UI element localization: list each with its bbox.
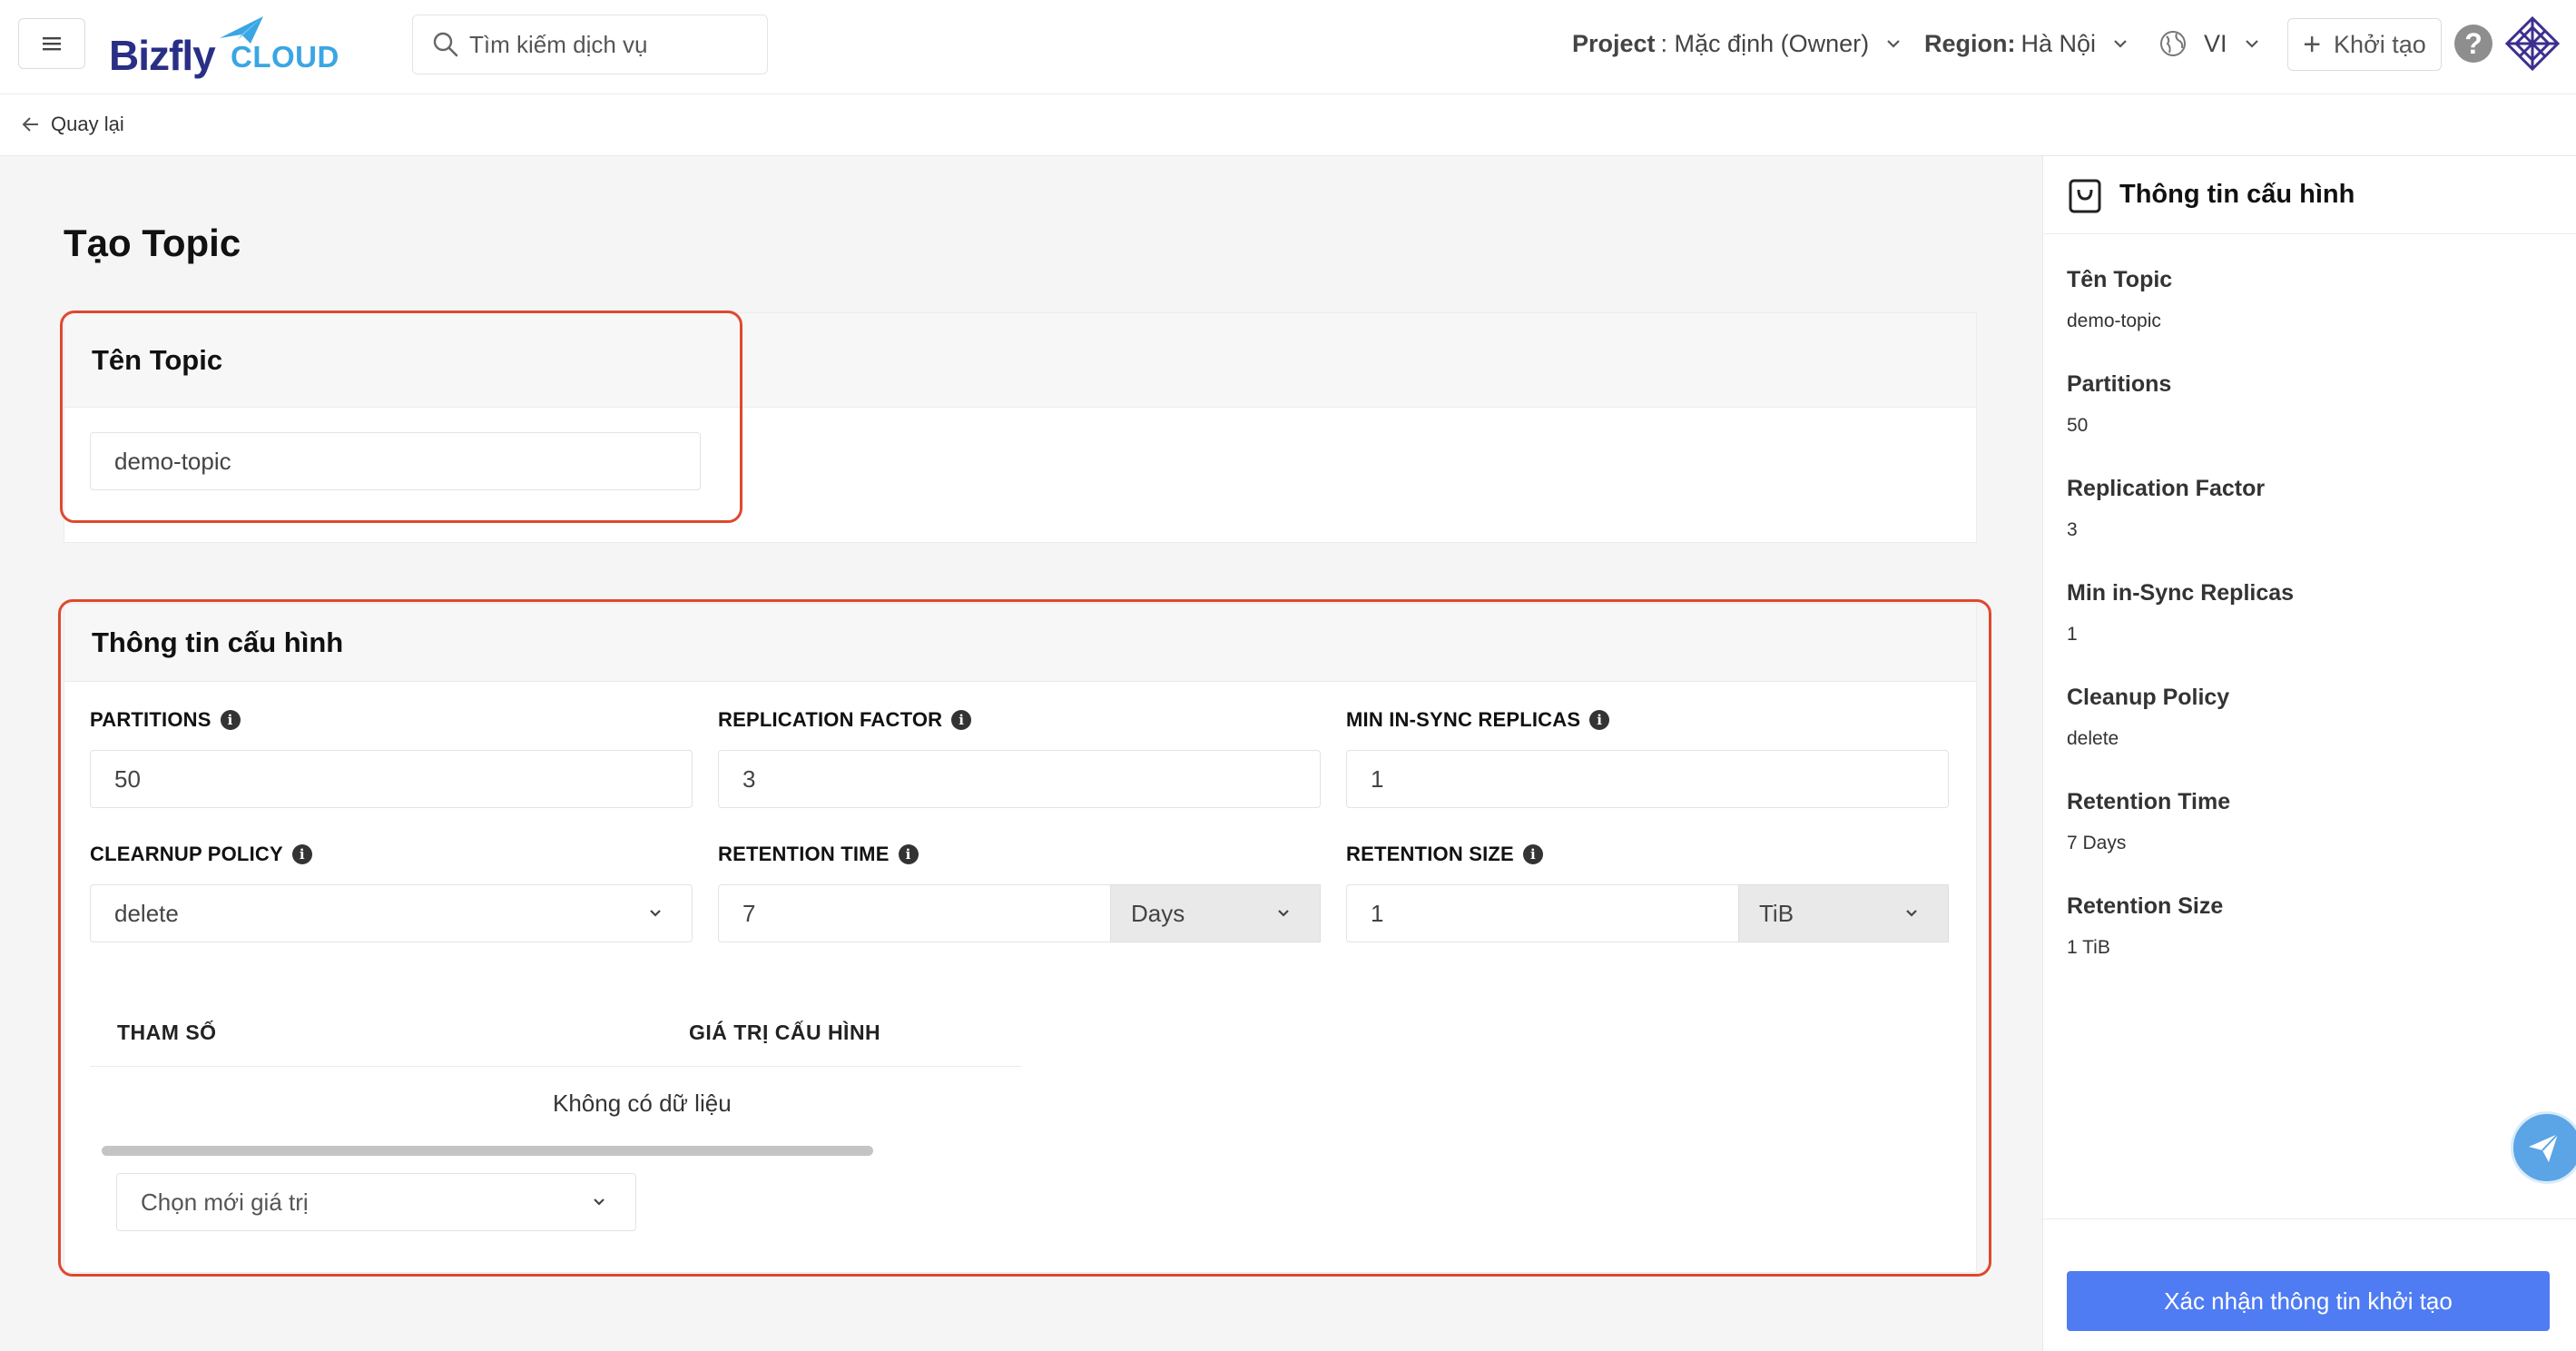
- language-selector[interactable]: VI: [2158, 25, 2262, 62]
- region-value: Hà Nội: [2020, 29, 2097, 57]
- retention-time-unit-select[interactable]: Days: [1110, 884, 1321, 942]
- topic-name-input[interactable]: demo-topic: [90, 432, 701, 490]
- page-title: Tạo Topic: [64, 222, 241, 264]
- cleanup-policy-label-text: CLEARNUP POLICY: [90, 843, 283, 865]
- summary-label: Min in-Sync Replicas: [2067, 580, 2295, 606]
- summary-footer-divider: [2043, 1218, 2576, 1219]
- retention-size-input[interactable]: 1: [1346, 884, 1739, 942]
- summary-value: delete: [2067, 728, 2119, 749]
- chevron-down-icon: [650, 910, 661, 917]
- table-divider: [90, 1066, 1021, 1067]
- language-value: VI: [2204, 29, 2227, 57]
- bizfly-logo[interactable]: Bizfly CLOUD: [107, 13, 339, 79]
- summary-value: demo-topic: [2067, 311, 2161, 331]
- project-value: : Mặc định (Owner): [1660, 29, 1870, 57]
- min-insync-label-text: MIN IN-SYNC REPLICAS: [1346, 708, 1581, 731]
- partitions-input[interactable]: 50: [90, 750, 693, 808]
- summary-label: Partitions: [2067, 371, 2172, 397]
- chevron-down-icon: [1278, 910, 1289, 917]
- summary-header: Thông tin cấu hình: [2043, 156, 2576, 234]
- summary-value: 7 Days: [2067, 833, 2127, 853]
- min-insync-input[interactable]: 1: [1346, 750, 1949, 808]
- chevron-down-icon: [2114, 40, 2127, 48]
- summary-title: Thông tin cấu hình: [2119, 180, 2355, 209]
- retention-size-label-text: RETENTION SIZE: [1346, 843, 1514, 865]
- replication-factor-input[interactable]: 3: [718, 750, 1321, 808]
- info-icon[interactable]: i: [898, 844, 919, 864]
- summary-label: Retention Time: [2067, 789, 2231, 814]
- summary-value: 50: [2067, 415, 2089, 436]
- summary-label: Cleanup Policy: [2067, 685, 2230, 710]
- retention-time-label-text: RETENTION TIME: [718, 843, 890, 865]
- info-icon[interactable]: i: [291, 844, 312, 864]
- summary-panel: Thông tin cấu hình Tên Topic demo-topic …: [2042, 156, 2576, 1351]
- retention-size-label: RETENTION SIZE i: [1346, 843, 1543, 866]
- topic-name-card: Tên Topic: [64, 312, 1977, 543]
- create-button[interactable]: + Khởi tạo: [2287, 18, 2442, 71]
- arrow-left-icon: [22, 117, 38, 132]
- replication-factor-label-text: REPLICATION FACTOR: [718, 708, 943, 731]
- paper-plane-icon: [2529, 1133, 2559, 1162]
- region-label: Region:: [1924, 29, 2016, 57]
- retention-size-unit: TiB: [1759, 899, 1794, 927]
- back-label: Quay lại: [51, 113, 124, 135]
- table-empty-text: Không có dữ liệu: [553, 1090, 732, 1117]
- back-bar: Quay lại: [0, 94, 2576, 156]
- summary-label: Retention Size: [2067, 893, 2224, 919]
- summary-value: 3: [2067, 519, 2078, 540]
- menu-icon: [43, 37, 61, 51]
- info-icon[interactable]: i: [1589, 710, 1610, 730]
- replication-factor-label: REPLICATION FACTOR i: [718, 708, 972, 732]
- avatar-icon[interactable]: [2505, 16, 2560, 71]
- chevron-down-icon: [1887, 40, 1900, 48]
- service-search[interactable]: [412, 15, 768, 74]
- cleanup-policy-value: delete: [114, 899, 179, 927]
- globe-icon: [2160, 31, 2186, 56]
- confirm-create-button[interactable]: Xác nhận thông tin khởi tạo: [2067, 1271, 2550, 1331]
- top-navbar: Bizfly CLOUD Project : Mặc định (Owner) …: [0, 0, 2576, 94]
- topic-card-title: Tên Topic: [64, 313, 1976, 408]
- partitions-label-text: PARTITIONS: [90, 708, 211, 731]
- cleanup-policy-select[interactable]: delete: [90, 884, 693, 942]
- project-label: Project: [1572, 29, 1656, 57]
- summary-value: 1 TiB: [2067, 937, 2110, 958]
- chevron-down-icon: [594, 1198, 605, 1206]
- summary-value: 1: [2067, 624, 2078, 645]
- plus-icon: +: [2303, 27, 2322, 62]
- create-button-label: Khởi tạo: [2334, 30, 2426, 58]
- retention-time-label: RETENTION TIME i: [718, 843, 919, 866]
- region-selector[interactable]: Region: Hà Nội: [1924, 25, 2130, 62]
- chat-button[interactable]: [2511, 1111, 2576, 1184]
- cleanup-policy-label: CLEARNUP POLICY i: [90, 843, 312, 866]
- table-header-param: THAM SỐ: [117, 1021, 217, 1044]
- project-selector[interactable]: Project : Mặc định (Owner): [1572, 25, 1903, 62]
- bag-icon: [2069, 179, 2101, 212]
- menu-button[interactable]: [18, 18, 85, 69]
- help-icon[interactable]: ?: [2454, 25, 2492, 63]
- back-link[interactable]: Quay lại: [20, 113, 124, 136]
- search-input[interactable]: [469, 30, 760, 59]
- logo-text: Bizfly: [109, 32, 216, 79]
- search-icon: [433, 32, 458, 57]
- summary-label: Tên Topic: [2067, 267, 2173, 292]
- table-scrollbar[interactable]: [102, 1146, 873, 1156]
- new-value-placeholder: Chọn mới giá trị: [141, 1188, 309, 1216]
- retention-time-input[interactable]: 7: [718, 884, 1111, 942]
- info-icon[interactable]: i: [1522, 844, 1543, 864]
- new-value-select[interactable]: Chọn mới giá trị: [116, 1173, 636, 1231]
- info-icon[interactable]: i: [220, 710, 241, 730]
- config-card-title: Thông tin cấu hình: [64, 604, 1976, 682]
- table-header-value: GIÁ TRỊ CẤU HÌNH: [689, 1021, 881, 1044]
- logo-subtext: CLOUD: [231, 40, 339, 74]
- chevron-down-icon: [1906, 910, 1917, 917]
- retention-size-unit-select[interactable]: TiB: [1738, 884, 1949, 942]
- summary-label: Replication Factor: [2067, 476, 2266, 501]
- retention-time-unit: Days: [1131, 899, 1185, 927]
- min-insync-label: MIN IN-SYNC REPLICAS i: [1346, 708, 1610, 732]
- info-icon[interactable]: i: [951, 710, 972, 730]
- chevron-down-icon: [2245, 40, 2258, 48]
- partitions-label: PARTITIONS i: [90, 708, 241, 732]
